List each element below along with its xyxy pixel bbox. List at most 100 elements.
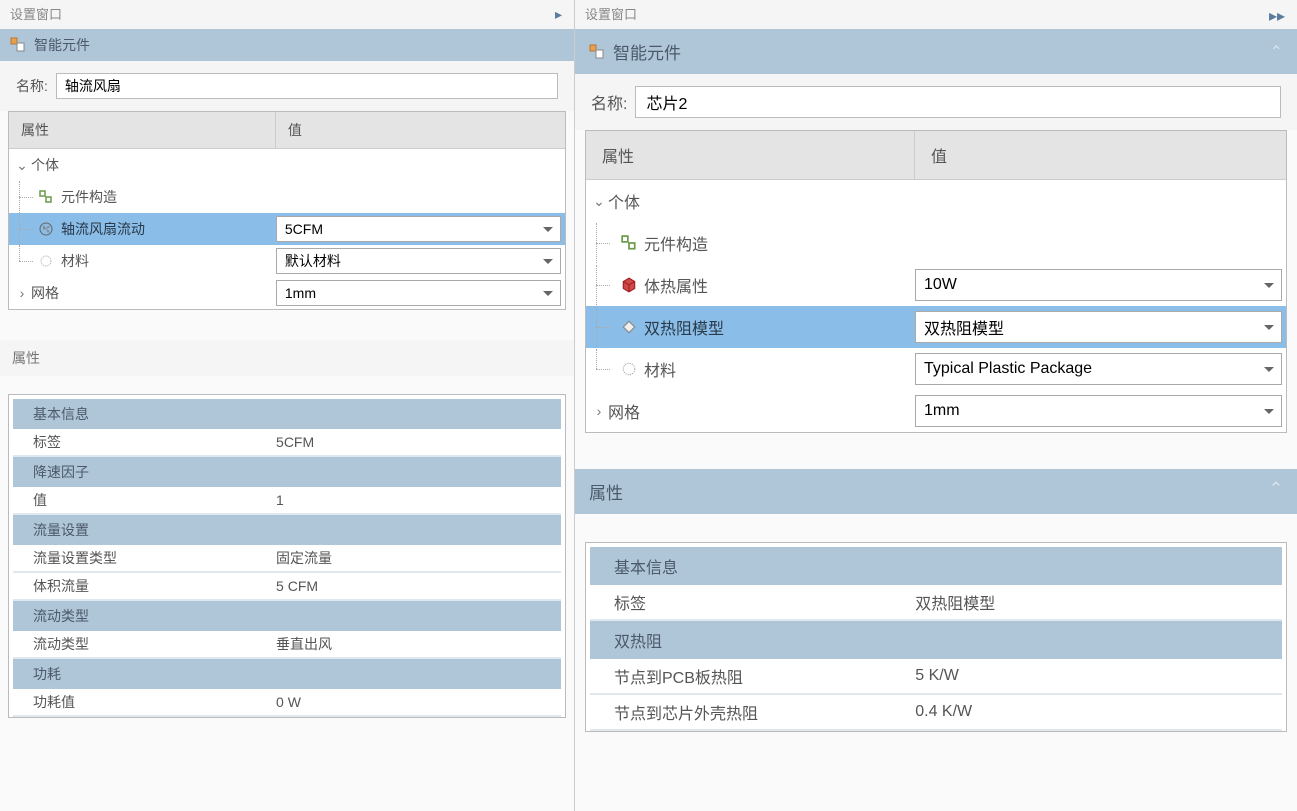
mesh-value[interactable] <box>276 280 561 306</box>
fast-forward-icon[interactable]: ▸▸ <box>1269 6 1285 26</box>
prop-key: 节点到芯片外壳热阻 <box>590 700 915 724</box>
group-label: 降速因子 <box>33 462 89 482</box>
row-label: 轴流风扇流动 <box>61 219 145 239</box>
row-label: 元件构造 <box>644 231 708 255</box>
group-two-r[interactable]: 双热阻 <box>590 621 1282 659</box>
tree-branch-icon <box>590 265 620 305</box>
props-title: 属性 <box>0 340 574 376</box>
prop-row-value[interactable]: 值 1 <box>13 487 561 515</box>
tree-row-body[interactable]: ⌄ 个体 <box>586 180 1286 222</box>
tree-header: 属性 值 <box>9 112 565 149</box>
group-basic[interactable]: 基本信息 <box>13 399 561 429</box>
name-input[interactable] <box>56 73 558 99</box>
diamond-icon <box>620 318 638 336</box>
prop-val: 5 K/W <box>915 667 1282 685</box>
props-table: 基本信息 标签 5CFM 降速因子 值 1 流量设置 流量设置类型 固定流量 体… <box>8 394 566 718</box>
props-title: 属性 ⌃ <box>575 469 1297 514</box>
fanflow-value[interactable] <box>276 216 561 242</box>
tree-branch-icon <box>13 213 37 245</box>
panel-title: 设置窗口 ▸ <box>0 0 574 29</box>
prop-key: 标签 <box>590 590 915 614</box>
tree-row-construct[interactable]: 元件构造 <box>9 181 565 213</box>
tree-branch-icon <box>590 307 620 347</box>
chevron-down-icon[interactable]: ⌄ <box>13 157 31 174</box>
material-select[interactable] <box>276 248 561 274</box>
section-label: 智能元件 <box>613 39 681 64</box>
panel-title-text: 设置窗口 <box>10 7 62 22</box>
tree-header: 属性 值 <box>586 131 1286 180</box>
mesh-select[interactable] <box>276 280 561 306</box>
group-label: 基本信息 <box>614 554 678 578</box>
prop-key: 功耗值 <box>13 692 276 712</box>
group-basic[interactable]: 基本信息 <box>590 547 1282 585</box>
tree-row-body[interactable]: ⌄ 个体 <box>9 149 565 181</box>
group-derate[interactable]: 降速因子 <box>13 457 561 487</box>
tree-branch-icon <box>590 349 620 389</box>
tree-row-fanflow[interactable]: 轴流风扇流动 <box>9 213 565 245</box>
tree-row-material[interactable]: 材料 <box>9 245 565 277</box>
chevron-right-icon[interactable]: › <box>13 285 31 301</box>
group-power[interactable]: 功耗 <box>13 659 561 689</box>
header-value[interactable]: 值 <box>915 131 1286 179</box>
tree-row-mesh[interactable]: › 网格 <box>586 390 1286 432</box>
material-icon <box>37 252 55 270</box>
tree-row-construct[interactable]: 元件构造 <box>586 222 1286 264</box>
thermal-value[interactable] <box>915 269 1282 301</box>
chevron-up-icon[interactable]: ⌃ <box>1269 479 1283 499</box>
material-icon <box>620 360 638 378</box>
prop-row-flowkind[interactable]: 流动类型 垂直出风 <box>13 631 561 659</box>
prop-row-case[interactable]: 节点到芯片外壳热阻 0.4 K/W <box>590 695 1282 731</box>
tree-branch-icon <box>13 245 37 277</box>
header-property[interactable]: 属性 <box>586 131 915 179</box>
row-label: 体热属性 <box>644 273 708 297</box>
prop-val: 双热阻模型 <box>915 590 1282 614</box>
prop-val: 5 CFM <box>276 578 561 594</box>
prop-key: 标签 <box>13 432 276 452</box>
material-value[interactable] <box>276 248 561 274</box>
prop-row-flowtype[interactable]: 流量设置类型 固定流量 <box>13 545 561 573</box>
prop-val: 5CFM <box>276 434 561 450</box>
prop-row-volflow[interactable]: 体积流量 5 CFM <box>13 573 561 601</box>
tree-row-material[interactable]: 材料 <box>586 348 1286 390</box>
panel-title: 设置窗口 ▸▸ <box>575 0 1297 29</box>
tree-row-thermal[interactable]: 体热属性 <box>586 264 1286 306</box>
group-label: 流动类型 <box>33 606 89 626</box>
tree-row-mesh[interactable]: › 网格 <box>9 277 565 309</box>
group-flowkind[interactable]: 流动类型 <box>13 601 561 631</box>
mesh-value[interactable] <box>915 395 1282 427</box>
name-label: 名称: <box>591 90 627 114</box>
material-value[interactable] <box>915 353 1282 385</box>
fanflow-select[interactable] <box>276 216 561 242</box>
group-label: 流量设置 <box>33 520 89 540</box>
prop-row-powerval[interactable]: 功耗值 0 W <box>13 689 561 717</box>
section-smart-component[interactable]: 智能元件 <box>0 29 574 61</box>
row-label: 网格 <box>31 283 59 303</box>
header-value[interactable]: 值 <box>276 112 565 148</box>
expand-right-icon[interactable]: ▸ <box>555 6 562 23</box>
two-r-value[interactable] <box>915 311 1282 343</box>
material-select[interactable] <box>915 353 1282 385</box>
row-label: 材料 <box>61 251 89 271</box>
chevron-up-icon[interactable]: ⌃ <box>1270 42 1283 62</box>
thermal-select[interactable] <box>915 269 1282 301</box>
prop-row-pcb[interactable]: 节点到PCB板热阻 5 K/W <box>590 659 1282 695</box>
section-smart-component[interactable]: 智能元件 ⌃ <box>575 29 1297 74</box>
construct-icon <box>37 188 55 206</box>
fan-icon <box>37 220 55 238</box>
cube-red-icon <box>620 276 638 294</box>
left-panel: 设置窗口 ▸ 智能元件 名称: 属性 值 ⌄ 个体 <box>0 0 575 811</box>
header-property[interactable]: 属性 <box>9 112 276 148</box>
group-flowset[interactable]: 流量设置 <box>13 515 561 545</box>
two-r-select[interactable] <box>915 311 1282 343</box>
mesh-select[interactable] <box>915 395 1282 427</box>
prop-val: 0.4 K/W <box>915 703 1282 721</box>
prop-row-tag[interactable]: 标签 双热阻模型 <box>590 585 1282 621</box>
prop-row-tag[interactable]: 标签 5CFM <box>13 429 561 457</box>
property-tree: 属性 值 ⌄ 个体 元件构造 <box>585 130 1287 433</box>
chevron-down-icon[interactable]: ⌄ <box>590 193 608 210</box>
chevron-right-icon[interactable]: › <box>590 403 608 419</box>
tree-row-two-r[interactable]: 双热阻模型 <box>586 306 1286 348</box>
prop-key: 体积流量 <box>13 576 276 596</box>
right-panel: 设置窗口 ▸▸ 智能元件 ⌃ 名称: 属性 值 ⌄ 个体 <box>575 0 1297 811</box>
name-input[interactable] <box>635 86 1281 118</box>
